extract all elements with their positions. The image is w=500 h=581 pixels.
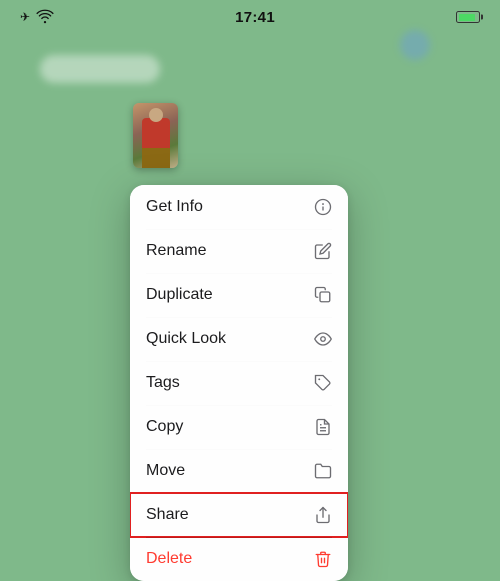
file-thumbnail [133, 103, 178, 168]
menu-label-share: Share [146, 506, 189, 524]
copy-icon [314, 418, 332, 436]
tag-icon [314, 374, 332, 392]
info-icon [314, 198, 332, 216]
menu-label-quick-look: Quick Look [146, 330, 226, 348]
menu-item-tags[interactable]: Tags [130, 361, 348, 405]
menu-item-share[interactable]: Share [130, 493, 348, 537]
menu-label-rename: Rename [146, 242, 206, 260]
pencil-icon [314, 242, 332, 260]
thumb-head [149, 108, 163, 122]
menu-item-quick-look[interactable]: Quick Look [130, 317, 348, 361]
menu-item-rename[interactable]: Rename [130, 229, 348, 273]
menu-item-duplicate[interactable]: Duplicate [130, 273, 348, 317]
battery-icon [456, 11, 480, 23]
eye-icon [314, 330, 332, 348]
duplicate-icon [314, 286, 332, 304]
menu-item-get-info[interactable]: Get Info [130, 185, 348, 229]
folder-icon [314, 462, 332, 480]
battery-indicator [456, 11, 480, 23]
trash-icon [314, 550, 332, 568]
status-time: 17:41 [235, 9, 275, 26]
menu-label-tags: Tags [146, 374, 180, 392]
context-menu: Get Info Rename Duplicate Quick Look Tag… [130, 185, 348, 581]
menu-label-get-info: Get Info [146, 198, 203, 216]
thumb-inner [133, 103, 178, 168]
menu-item-move[interactable]: Move [130, 449, 348, 493]
share-icon [314, 506, 332, 524]
menu-label-move: Move [146, 462, 185, 480]
menu-label-delete: Delete [146, 550, 192, 568]
status-left: ✈ [20, 8, 54, 26]
menu-label-duplicate: Duplicate [146, 286, 213, 304]
battery-fill [459, 14, 475, 21]
bg-bubble [40, 55, 160, 83]
status-right [456, 11, 480, 23]
status-bar: ✈ 17:41 [0, 0, 500, 30]
airplane-icon: ✈ [20, 10, 30, 24]
bg-dot [400, 30, 430, 60]
wifi-icon [36, 8, 54, 26]
menu-item-delete[interactable]: Delete [130, 537, 348, 581]
thumb-figure [142, 118, 170, 168]
menu-label-copy: Copy [146, 418, 183, 436]
menu-item-copy[interactable]: Copy [130, 405, 348, 449]
